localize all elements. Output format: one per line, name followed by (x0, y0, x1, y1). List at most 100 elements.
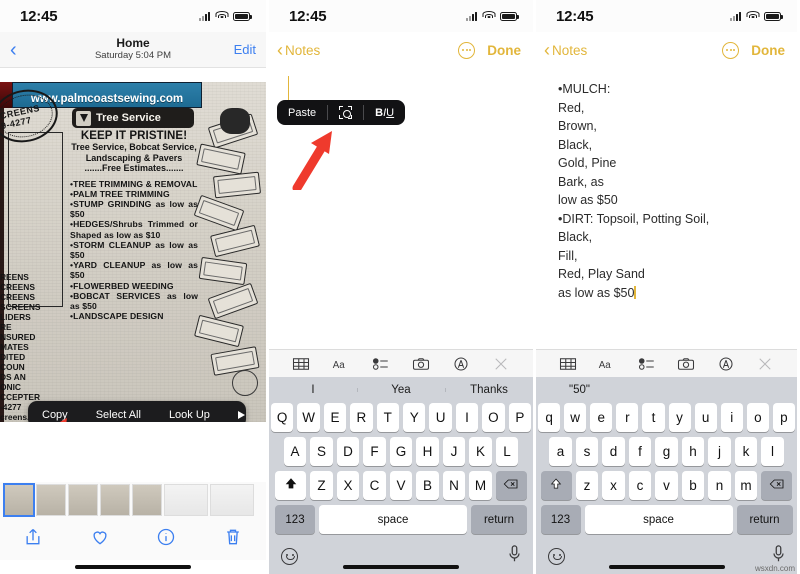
key[interactable]: c (628, 471, 652, 500)
select-all-menu-item[interactable]: Select All (82, 401, 155, 422)
text-format-icon[interactable]: Aa (598, 356, 616, 372)
suggestion-item[interactable]: I (269, 384, 357, 396)
thumbnail-item[interactable] (100, 484, 130, 516)
key[interactable]: t (642, 403, 665, 432)
key[interactable]: G (389, 437, 413, 466)
suggestion-bar[interactable]: I Yea Thanks (269, 377, 533, 403)
key[interactable]: b (681, 471, 705, 500)
return-key[interactable]: return (736, 505, 793, 534)
table-icon[interactable] (559, 356, 577, 372)
suggestion-bar[interactable]: "50" (536, 377, 797, 403)
key[interactable]: K (469, 437, 492, 466)
notes-keyboard-toolbar[interactable]: Aa (536, 349, 797, 377)
heart-icon[interactable] (90, 526, 110, 553)
key[interactable]: M (469, 471, 492, 500)
done-button[interactable]: Done (487, 43, 521, 58)
key[interactable]: B (416, 471, 439, 500)
onscreen-keyboard[interactable]: "50" q w e r t y u i o p a s d f g h j k… (536, 377, 797, 574)
camera-icon[interactable] (677, 356, 695, 372)
key[interactable]: r (616, 403, 639, 432)
key[interactable]: i (720, 403, 743, 432)
info-icon[interactable] (156, 526, 176, 553)
emoji-icon[interactable] (281, 547, 298, 565)
return-key[interactable]: return (471, 505, 527, 534)
key[interactable]: N (442, 471, 466, 500)
back-chevron-icon[interactable]: ‹ (10, 40, 17, 60)
checklist-icon[interactable] (638, 356, 656, 372)
key[interactable]: j (708, 437, 731, 466)
checklist-icon[interactable] (372, 356, 390, 372)
key[interactable]: l (761, 437, 784, 466)
key[interactable]: m (734, 471, 758, 500)
delete-key[interactable] (495, 471, 527, 500)
paste-menu-item[interactable]: Paste (277, 100, 327, 125)
key[interactable]: U (429, 403, 452, 432)
key[interactable]: q (538, 403, 561, 432)
shift-key[interactable] (275, 471, 307, 500)
key[interactable]: v (655, 471, 678, 500)
thumbnail-item[interactable] (132, 484, 162, 516)
close-icon[interactable] (492, 356, 510, 372)
key[interactable]: P (508, 403, 532, 432)
key[interactable]: L (495, 437, 519, 466)
onscreen-keyboard[interactable]: I Yea Thanks Q W E R T Y U I O P A S D F (269, 377, 533, 574)
key[interactable]: W (297, 403, 320, 432)
key[interactable]: s (575, 437, 599, 466)
key[interactable]: g (655, 437, 678, 466)
table-icon[interactable] (292, 356, 310, 372)
notes-back-button[interactable]: ‹ Notes (277, 41, 320, 59)
numbers-key[interactable]: 123 (275, 505, 315, 534)
format-menu-item[interactable]: BIU (364, 100, 405, 125)
text-format-icon[interactable]: Aa (332, 356, 350, 372)
key[interactable]: e (590, 403, 613, 432)
microphone-icon[interactable] (508, 544, 521, 568)
space-key[interactable]: space (584, 505, 733, 534)
key[interactable]: E (323, 403, 347, 432)
space-key[interactable]: space (319, 505, 467, 534)
note-editor[interactable]: Paste BIU (269, 68, 533, 349)
key[interactable]: k (734, 437, 758, 466)
key[interactable]: u (694, 403, 717, 432)
key[interactable]: p (772, 403, 795, 432)
edit-button[interactable]: Edit (234, 42, 256, 57)
key[interactable]: C (363, 471, 386, 500)
trash-icon[interactable] (223, 526, 243, 553)
key[interactable]: f (628, 437, 652, 466)
key[interactable]: y (668, 403, 691, 432)
key[interactable]: H (416, 437, 439, 466)
photo-thumbnail-strip[interactable] (0, 482, 266, 518)
key[interactable]: Z (310, 471, 333, 500)
scan-text-menu-item[interactable] (328, 100, 363, 125)
camera-icon[interactable] (412, 356, 430, 372)
shift-key[interactable] (540, 471, 572, 500)
suggestion-item[interactable]: Thanks (445, 384, 533, 396)
numbers-key[interactable]: 123 (540, 505, 581, 534)
key[interactable]: F (363, 437, 386, 466)
key[interactable]: V (389, 471, 413, 500)
share-icon[interactable] (23, 526, 43, 553)
thumbnail-item[interactable] (164, 484, 208, 516)
done-button[interactable]: Done (751, 43, 785, 58)
key[interactable]: J (442, 437, 466, 466)
key[interactable]: h (681, 437, 705, 466)
key[interactable]: x (602, 471, 625, 500)
key[interactable]: z (575, 471, 599, 500)
key[interactable]: O (482, 403, 505, 432)
more-menu-item[interactable] (224, 401, 259, 422)
photo-viewer[interactable]: www.palmcoastsewing.com Tree Service SCR… (0, 68, 266, 422)
look-up-menu-item[interactable]: Look Up (155, 401, 224, 422)
photos-tab-bar[interactable] (0, 518, 266, 560)
notes-back-button[interactable]: ‹ Notes (544, 41, 587, 59)
close-icon[interactable] (756, 356, 774, 372)
key[interactable]: o (746, 403, 769, 432)
key[interactable]: I (455, 403, 479, 432)
key[interactable]: D (336, 437, 360, 466)
thumbnail-item[interactable] (68, 484, 98, 516)
thumbnail-item[interactable] (3, 483, 35, 517)
emoji-icon[interactable] (548, 547, 565, 565)
key[interactable]: R (350, 403, 373, 432)
key[interactable]: a (549, 437, 572, 466)
key[interactable]: Y (403, 403, 426, 432)
key[interactable]: A (283, 437, 307, 466)
more-circle-icon[interactable] (458, 41, 476, 59)
